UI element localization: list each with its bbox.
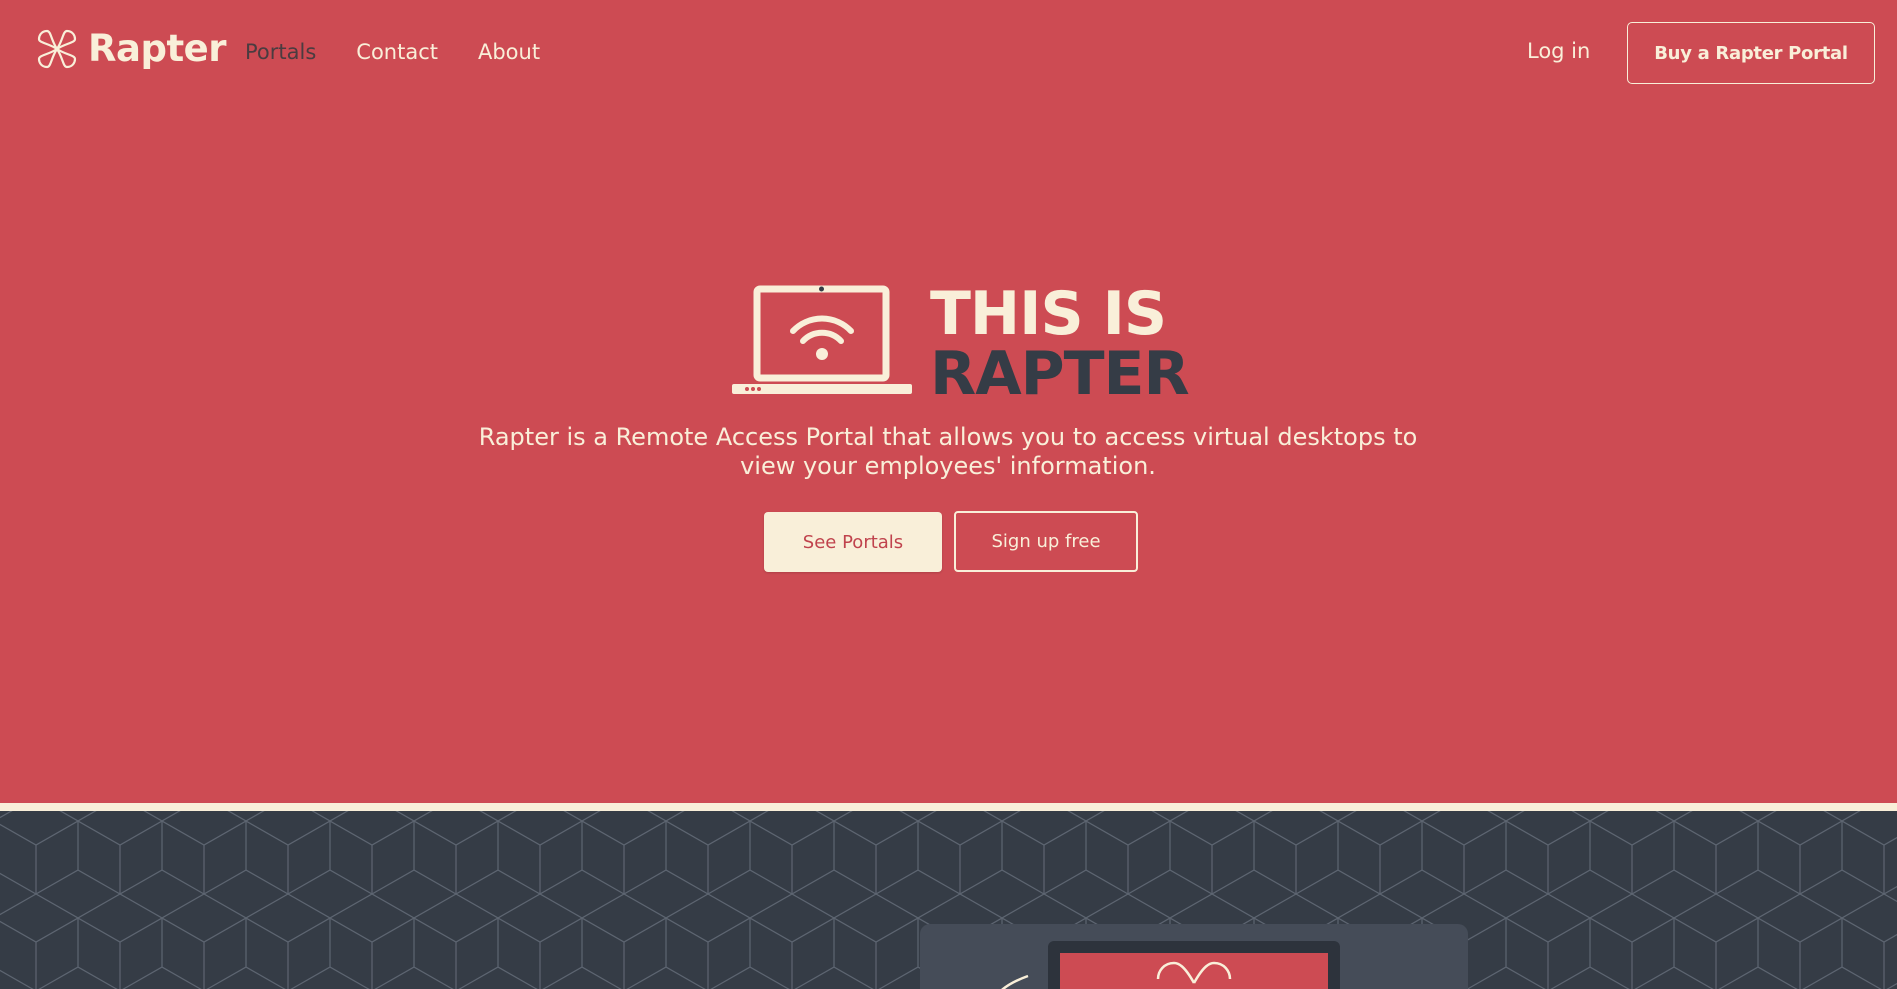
hero-title-line2: RAPTER xyxy=(930,339,1190,409)
nav-item-about[interactable]: About xyxy=(478,38,540,66)
features-section xyxy=(0,811,1897,989)
section-divider xyxy=(0,803,1897,811)
page: Rapter Portals Contact About Log in Buy … xyxy=(0,0,1897,989)
product-preview-card xyxy=(920,924,1468,989)
brand-name: Rapter xyxy=(88,27,226,70)
four-petal-clover-icon xyxy=(37,29,77,69)
top-navbar: Rapter Portals Contact About Log in Buy … xyxy=(0,0,1897,106)
laptop-wifi-icon xyxy=(732,285,912,394)
buy-portal-button[interactable]: Buy a Rapter Portal xyxy=(1627,22,1875,84)
preview-logo-icon xyxy=(1156,961,1232,984)
preview-monitor xyxy=(1048,941,1340,989)
brand-logo[interactable]: Rapter xyxy=(36,28,226,70)
hero-title: THIS IS RAPTER xyxy=(930,279,1190,409)
login-link[interactable]: Log in xyxy=(1527,37,1590,65)
nav-item-contact[interactable]: Contact xyxy=(356,38,438,66)
see-portals-button[interactable]: See Portals xyxy=(764,512,942,572)
hero-description: Rapter is a Remote Access Portal that al… xyxy=(478,423,1418,480)
main-nav: Portals Contact About xyxy=(245,38,540,66)
preview-screen xyxy=(1060,953,1328,989)
hero-title-line1: THIS IS xyxy=(930,279,1167,349)
nav-item-portals[interactable]: Portals xyxy=(245,38,316,66)
sign-up-free-button[interactable]: Sign up free xyxy=(954,511,1138,572)
